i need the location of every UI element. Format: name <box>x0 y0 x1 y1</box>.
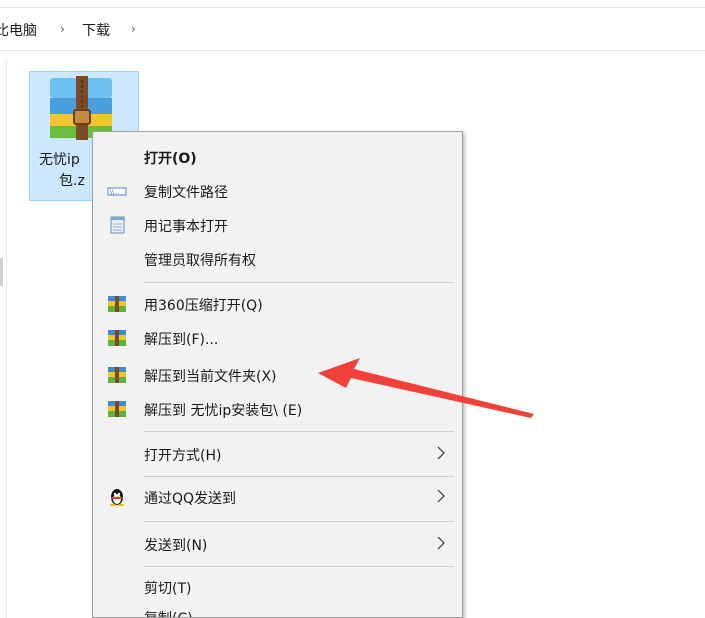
menu-separator <box>144 476 454 477</box>
menu-item-open-notepad[interactable]: 用记事本打开 <box>93 210 462 240</box>
address-bar[interactable]: 比电脑 › 下载 › <box>0 8 705 51</box>
breadcrumb-this-pc[interactable]: 比电脑 <box>0 20 37 40</box>
menu-item-send-qq[interactable]: 通过QQ发送到 <box>93 482 462 512</box>
qq-penguin-icon <box>110 489 124 506</box>
menu-item-copy[interactable]: 复制(C) <box>93 602 462 617</box>
archive-icon <box>108 296 126 312</box>
menu-item-cut[interactable]: 剪切(T) <box>93 572 462 602</box>
archive-icon <box>108 367 126 383</box>
chevron-right-icon <box>437 489 445 503</box>
menu-item-open-with[interactable]: 打开方式(H) <box>93 439 462 469</box>
menu-separator <box>144 431 454 432</box>
svg-text:\\...: \\... <box>110 189 120 196</box>
breadcrumb-expand-icon[interactable]: › <box>131 22 136 36</box>
navigation-pane-edge <box>0 58 7 618</box>
archive-icon <box>108 330 126 346</box>
chevron-right-icon <box>437 536 445 550</box>
menu-item-send-to[interactable]: 发送到(N) <box>93 529 462 559</box>
annotation-arrow <box>318 358 534 418</box>
menu-separator <box>144 282 454 283</box>
top-strip <box>0 0 705 8</box>
menu-item-extract-to[interactable]: 解压到(F)... <box>93 323 462 353</box>
menu-item-take-ownership[interactable]: 管理员取得所有权 <box>93 244 462 274</box>
notepad-icon <box>110 216 125 234</box>
menu-item-open-360[interactable]: 用360压缩打开(Q) <box>93 289 462 319</box>
chevron-right-icon <box>437 446 445 460</box>
archive-icon <box>108 401 126 417</box>
nav-pane-marker <box>0 258 3 286</box>
menu-separator <box>144 521 454 522</box>
breadcrumb-downloads[interactable]: 下载 <box>82 20 110 40</box>
menu-item-copy-path[interactable]: \\... 复制文件路径 <box>93 176 462 206</box>
menu-separator <box>144 566 454 567</box>
breadcrumb-separator-icon[interactable]: › <box>60 22 65 36</box>
menu-item-open[interactable]: 打开(O) <box>93 142 462 172</box>
path-icon: \\... <box>107 187 127 196</box>
